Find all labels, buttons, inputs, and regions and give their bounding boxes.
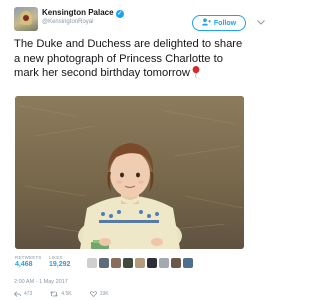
tweet-body: The Duke and Duchess are delighted to sh… [14, 38, 243, 79]
add-person-icon [201, 18, 211, 28]
liker-avatar[interactable] [123, 258, 133, 268]
reply-action[interactable]: 473 [14, 291, 32, 297]
balloon-icon [192, 66, 200, 79]
liker-avatars [87, 258, 193, 272]
liker-avatar[interactable] [111, 258, 121, 268]
retweets-value: 4,468 [15, 261, 33, 268]
retweets-stat[interactable]: RETWEETS 4,468 [15, 255, 42, 268]
liker-avatar[interactable] [159, 258, 169, 268]
likes-value: 19,292 [49, 261, 71, 268]
retweet-icon [50, 291, 59, 297]
crest-center [23, 15, 29, 21]
follow-button[interactable]: Follow [192, 15, 246, 31]
retweet-count: 4.5K [61, 291, 72, 297]
like-count: 19K [99, 291, 109, 297]
retweets-label: RETWEETS [15, 255, 42, 260]
verified-badge-icon: ✓ [115, 10, 124, 18]
liker-avatar[interactable] [183, 258, 193, 268]
liker-avatar[interactable] [135, 258, 145, 268]
engagement-stats: RETWEETS 4,468 LIKES 19,292 [15, 255, 251, 275]
tweet-timestamp[interactable]: 2:00 AM - 1 May 2017 [14, 279, 68, 285]
reply-count: 473 [24, 291, 33, 297]
reply-icon [14, 291, 21, 297]
tweet-actions: 473 4.5K 19K [14, 290, 109, 298]
heart-icon [89, 291, 97, 297]
tweet-text: The Duke and Duchess are delighted to sh… [14, 37, 250, 81]
likes-label: LIKES [49, 255, 63, 260]
likes-stat[interactable]: LIKES 19,292 [49, 255, 70, 268]
follow-button-label: Follow [213, 19, 237, 27]
account-name[interactable]: Kensington Palace [42, 8, 114, 17]
photo [15, 96, 244, 249]
liker-avatar[interactable] [99, 258, 109, 268]
like-action[interactable]: 19K [89, 291, 109, 297]
retweet-action[interactable]: 4.5K [50, 291, 72, 297]
liker-avatar[interactable] [147, 258, 157, 268]
avatar[interactable] [14, 7, 38, 31]
account-handle[interactable]: @KensingtonRoyal [42, 19, 93, 25]
account-name-row[interactable]: Kensington Palace ✓ [42, 8, 124, 18]
liker-avatar[interactable] [87, 258, 97, 268]
tweet-header: Kensington Palace ✓ @KensingtonRoyal Foll… [14, 7, 265, 37]
chevron-down-icon[interactable] [254, 15, 268, 29]
tweet-photo[interactable] [15, 96, 244, 249]
liker-avatar[interactable] [171, 258, 181, 268]
